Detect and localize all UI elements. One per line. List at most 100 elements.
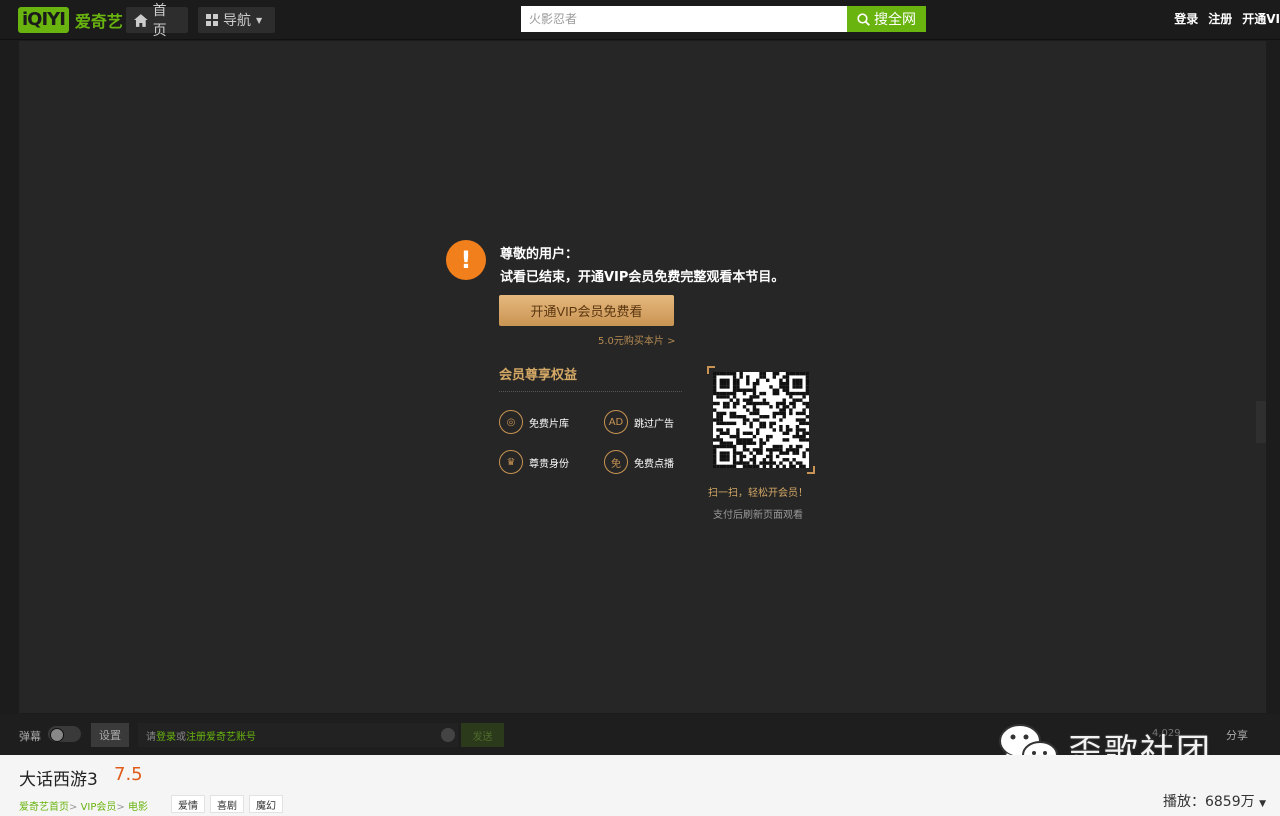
qr-module — [756, 381, 760, 386]
qr-module — [775, 448, 780, 452]
qr-module — [719, 385, 724, 389]
qr-module — [759, 421, 763, 426]
qr-module — [789, 401, 793, 406]
tag-romance[interactable]: 爱情 — [171, 795, 205, 813]
qr-module — [775, 444, 780, 449]
tag-fantasy[interactable]: 魔幻 — [249, 795, 283, 813]
qr-module — [742, 405, 747, 409]
qr-module — [742, 438, 747, 442]
qr-module — [742, 398, 747, 402]
qr-module — [762, 415, 767, 419]
open-vip-link[interactable]: 开通VI — [1242, 10, 1280, 27]
qr-module — [736, 381, 740, 386]
qr-module — [752, 454, 757, 459]
qr-module — [789, 391, 793, 396]
crumb-movie[interactable]: 电影 — [128, 802, 148, 813]
qr-module — [742, 391, 747, 396]
qr-module — [799, 428, 803, 432]
qr-module — [729, 444, 733, 449]
qr-module — [746, 438, 750, 442]
share-button[interactable]: 分享 — [1226, 727, 1248, 743]
qr-module — [795, 434, 800, 439]
qr-module — [782, 385, 786, 389]
qr-module — [785, 391, 790, 396]
login-link[interactable]: 登录 — [1174, 10, 1198, 27]
qr-module — [772, 448, 776, 452]
qr-module — [713, 385, 717, 389]
qr-module — [739, 372, 743, 376]
search-input[interactable] — [521, 6, 847, 32]
play-count[interactable]: 播放：6859万 ▼ — [1163, 791, 1266, 811]
video-score: 7.5 — [114, 764, 143, 785]
qr-module — [746, 398, 750, 402]
qr-module — [729, 398, 733, 402]
buy-movie-link[interactable]: 5.0元购买本片 > — [598, 332, 675, 347]
qr-module — [746, 431, 750, 435]
qr-module — [732, 401, 737, 406]
home-button[interactable]: 首页 — [126, 3, 188, 39]
crumb-vip[interactable]: VIP会员 — [81, 802, 117, 813]
qr-module — [726, 385, 730, 389]
danmaku-settings-button[interactable]: 设置 — [91, 723, 129, 747]
qr-module — [752, 434, 757, 439]
qr-module — [729, 421, 733, 426]
qr-module — [732, 448, 737, 452]
qr-module — [736, 451, 740, 455]
qr-module — [799, 385, 803, 389]
qr-module — [756, 378, 760, 383]
qr-module — [785, 448, 790, 452]
qr-module — [802, 421, 806, 426]
search-all-button[interactable]: 搜全网 — [847, 6, 926, 32]
input-login-link[interactable]: 登录 — [156, 728, 176, 743]
qr-module — [739, 388, 743, 392]
crumb-home[interactable]: 爱奇艺首页 — [19, 802, 69, 813]
side-panel-handle[interactable] — [1256, 401, 1266, 443]
qr-module — [746, 401, 750, 406]
nav-menu-button[interactable]: 导航 ▼ — [198, 7, 275, 33]
qr-module — [716, 411, 720, 416]
qr-module — [789, 372, 793, 376]
emoji-icon[interactable] — [441, 728, 455, 742]
qr-module — [765, 461, 770, 465]
register-link[interactable]: 注册 — [1208, 10, 1232, 27]
search-icon — [857, 12, 870, 26]
danmaku-send-button[interactable]: 发送 — [461, 723, 504, 747]
qr-module — [736, 441, 740, 445]
qr-module — [802, 391, 806, 396]
video-player[interactable] — [19, 41, 1266, 713]
qr-module — [726, 405, 730, 409]
iqiyi-logo[interactable]: iQIYI 爱奇艺 — [18, 5, 123, 35]
danmaku-toggle[interactable] — [48, 726, 81, 742]
qr-module — [792, 401, 796, 406]
qr-module — [759, 438, 763, 442]
tag-comedy[interactable]: 喜剧 — [210, 795, 244, 813]
qr-module — [719, 415, 724, 419]
qr-module — [756, 448, 760, 452]
qr-module — [805, 388, 810, 392]
open-vip-button[interactable]: 开通VIP会员免费看 — [499, 295, 674, 326]
qr-module — [722, 391, 727, 396]
qr-module — [785, 372, 790, 376]
qr-module — [716, 372, 720, 376]
input-register-link[interactable]: 注册爱奇艺账号 — [186, 728, 256, 743]
qr-module — [769, 421, 773, 426]
qr-module — [792, 391, 796, 396]
qr-module — [732, 405, 737, 409]
qr-module — [726, 464, 730, 469]
qr-module — [762, 458, 767, 462]
qr-module — [779, 428, 783, 432]
qr-module — [775, 454, 780, 459]
qr-module — [789, 448, 793, 452]
qr-subcaption: 支付后刷新页面观看 — [713, 510, 803, 521]
qr-module — [779, 418, 783, 422]
qr-module — [716, 395, 720, 399]
danmaku-input[interactable]: 请 登录 或 注册爱奇艺账号 — [138, 723, 458, 747]
qr-module — [802, 434, 806, 439]
qr-module — [792, 434, 796, 439]
perk-label: 免费点播 — [634, 458, 674, 470]
qr-module — [795, 378, 800, 383]
qr-module — [722, 372, 727, 376]
qr-module — [739, 415, 743, 419]
qr-module — [759, 441, 763, 445]
qr-module — [742, 421, 747, 426]
